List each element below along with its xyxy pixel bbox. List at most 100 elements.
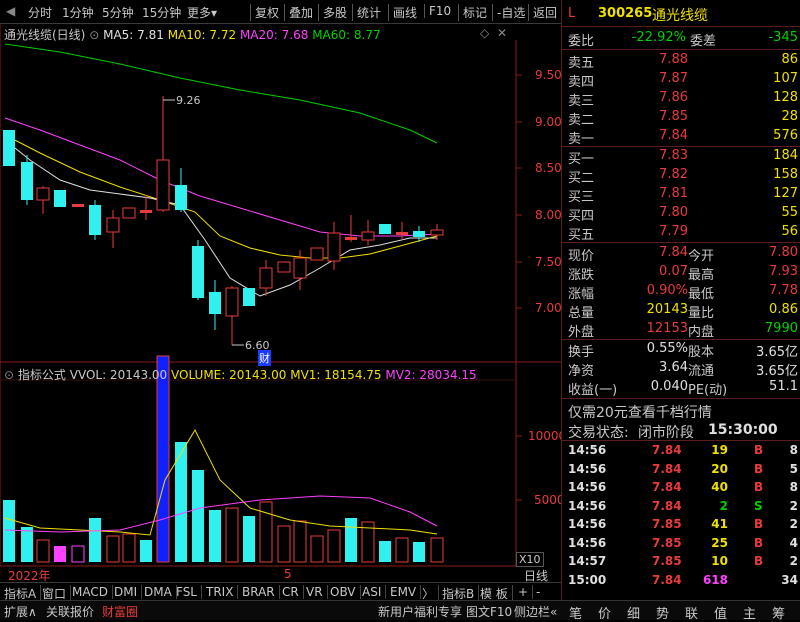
f10-graphic-button[interactable]: 图文F10	[466, 603, 512, 620]
stat-label: 现价	[568, 249, 595, 264]
tick-side: B	[754, 554, 764, 568]
expand-button[interactable]: 扩展∧	[4, 603, 37, 620]
tick-side: B	[754, 443, 764, 457]
stat-value: 12153	[646, 321, 688, 336]
panel-tab[interactable]: 筹	[772, 603, 785, 622]
tab-trix[interactable]: TRIX	[206, 585, 239, 599]
level-price: 7.81	[659, 186, 688, 201]
tab-brar[interactable]: BRAR	[242, 585, 280, 599]
stat-label: 换手	[568, 345, 595, 360]
stock-name: 通光线缆	[652, 8, 708, 24]
stat-value: 3.65亿	[756, 345, 798, 360]
tick-side: B	[754, 480, 764, 494]
stat-value: 20143	[646, 302, 688, 317]
tick-price: 7.84	[652, 498, 682, 513]
axis-month: 5	[284, 567, 292, 581]
price-tick: 8.00	[535, 208, 562, 222]
tab-emv[interactable]: EMV	[390, 585, 422, 599]
panel-tab[interactable]: 联	[685, 603, 698, 622]
indicator-name[interactable]: 指标公式	[18, 368, 66, 382]
wealth-circle-button[interactable]: 财富圈	[102, 603, 138, 620]
stat-label: 量比	[688, 306, 715, 321]
indicator-title-bar: ⊙ 指标公式 VVOL: 20143.00 VOLUME: 20143.00 M…	[4, 366, 477, 383]
tick-price: 7.84	[652, 572, 682, 587]
panel-tab[interactable]: 主	[743, 603, 756, 622]
promo-link[interactable]: 新用户福利专享	[378, 603, 462, 620]
level-price: 7.88	[659, 52, 688, 67]
tick-row: 14:56 7.85 25 B 4	[568, 536, 798, 554]
finance-badge[interactable]: 财	[258, 350, 271, 366]
tick-side: S	[754, 498, 763, 513]
price-tick: 7.00	[535, 301, 562, 315]
volume-tick: 5000	[534, 493, 565, 507]
level2-promo[interactable]: 仅需20元查看千档行情	[568, 402, 712, 422]
stat-value: 7990	[764, 321, 798, 336]
level-label: 卖五	[568, 56, 595, 71]
tab-dma[interactable]: DMA	[144, 585, 177, 599]
stat-value: 0.040	[650, 379, 688, 394]
tick-row: 14:56 7.84 19 B 8	[568, 443, 798, 461]
tick-row: 14:56 7.85 41 B 2	[568, 517, 798, 535]
tick-count: 8	[789, 480, 798, 494]
level-label: 买三	[568, 190, 595, 205]
tick-count: 34	[781, 572, 798, 587]
volume-label: VOLUME: 20143.00	[171, 368, 287, 382]
stat-value: 0.90%	[646, 283, 688, 298]
tick-count: 4	[789, 535, 798, 550]
level-volume: 127	[773, 186, 798, 201]
price-tick: 9.50	[535, 68, 562, 82]
tab-vr[interactable]: VR	[306, 585, 328, 599]
stat-label: 最高	[688, 268, 715, 283]
level-price: 7.85	[659, 109, 688, 124]
tick-price: 7.84	[652, 443, 682, 457]
tick-price: 7.85	[652, 554, 682, 568]
tick-time: 14:56	[568, 461, 607, 476]
kline-chart[interactable]	[0, 0, 561, 582]
trade-time: 15:30:00	[708, 422, 778, 438]
tab-fsl[interactable]: FSL	[176, 585, 202, 599]
panel-tab[interactable]: 势	[656, 603, 669, 622]
related-quote-button[interactable]: 关联报价	[46, 603, 94, 620]
level-volume: 55	[781, 205, 798, 220]
stat-label: 总量	[568, 306, 595, 321]
order-ratio-row: 委比 -22.92% 委差 -345	[568, 30, 798, 49]
stat-label: 流通	[688, 364, 715, 379]
collapse-icon[interactable]: ⊙	[4, 368, 14, 382]
tab-cr[interactable]: CR	[282, 585, 304, 599]
quote-stat-row: 换手 0.55% 股本 3.65亿	[568, 341, 798, 360]
level-price: 7.80	[659, 205, 688, 220]
tab-obv[interactable]: OBV	[330, 585, 361, 599]
panel-tab[interactable]: 价	[598, 603, 611, 622]
mv1-label: MV1: 18154.75	[290, 368, 382, 382]
stat-label: 今开	[688, 249, 715, 264]
tick-volume: 40	[711, 480, 728, 494]
order-book-row: 卖四 7.87 107	[568, 71, 798, 90]
panel-tab[interactable]: 笔	[569, 603, 582, 622]
stat-label: 内盘	[688, 325, 715, 340]
panel-tab[interactable]: 值	[714, 603, 727, 622]
tick-volume: 25	[711, 535, 728, 550]
sidebar-toggle[interactable]: 侧边栏«	[514, 603, 557, 620]
period-label[interactable]: 日线	[524, 567, 548, 584]
tick-row: 15:00 7.84 618 34	[568, 573, 798, 591]
tab-dmi[interactable]: DMI	[114, 585, 143, 599]
tab-asi[interactable]: ASI	[362, 585, 387, 599]
level-price: 7.82	[659, 167, 688, 182]
quote-panel: L 300265 通光线缆 委比 -22.92% 委差 -345 卖五 7.88 8…	[561, 0, 800, 600]
level-label: 买五	[568, 228, 595, 243]
zoom-in-button[interactable]: +	[518, 585, 534, 599]
level-price: 7.87	[659, 71, 688, 86]
tick-volume: 19	[711, 443, 728, 457]
zoom-out-button[interactable]: -	[536, 585, 544, 599]
order-book-row: 卖二 7.85 28	[568, 109, 798, 128]
tick-price: 7.84	[652, 461, 682, 476]
tick-row: 14:56 7.84 40 B 8	[568, 480, 798, 498]
panel-tab[interactable]: 细	[627, 603, 640, 622]
tick-count: 2	[789, 517, 798, 531]
tab-macd[interactable]: MACD	[72, 585, 113, 599]
stat-value: 0.86	[769, 302, 798, 317]
stat-value: 3.64	[659, 360, 688, 375]
stat-label: 股本	[688, 345, 715, 360]
level-label: 卖一	[568, 132, 595, 147]
price-tick: 9.00	[535, 115, 562, 129]
